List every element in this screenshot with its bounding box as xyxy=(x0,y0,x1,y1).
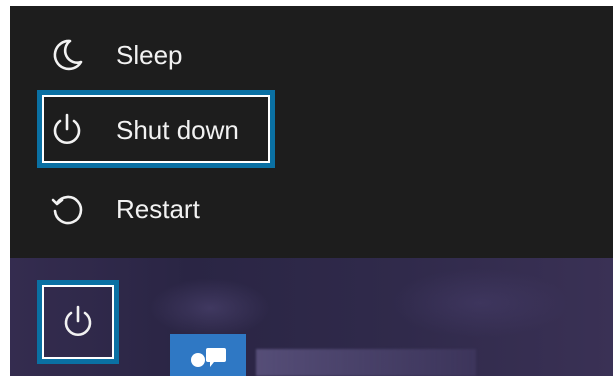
screenshot-frame: Sleep Shut down Restart xyxy=(10,6,613,376)
app-tile-people[interactable] xyxy=(170,334,246,376)
app-label-placeholder xyxy=(256,349,476,376)
menu-item-label: Restart xyxy=(116,193,200,224)
power-button[interactable] xyxy=(46,289,110,355)
power-icon xyxy=(62,305,94,338)
background-blur xyxy=(390,268,570,338)
menu-item-label: Sleep xyxy=(116,39,183,70)
background-blur xyxy=(150,278,270,338)
power-menu: Sleep Shut down Restart xyxy=(10,6,613,258)
moon-icon xyxy=(46,34,88,76)
restart-icon xyxy=(46,188,88,230)
menu-item-restart[interactable]: Restart xyxy=(34,181,594,237)
menu-item-sleep[interactable]: Sleep xyxy=(34,27,594,83)
people-icon xyxy=(191,348,226,367)
shut-down-highlight-box xyxy=(37,90,275,168)
